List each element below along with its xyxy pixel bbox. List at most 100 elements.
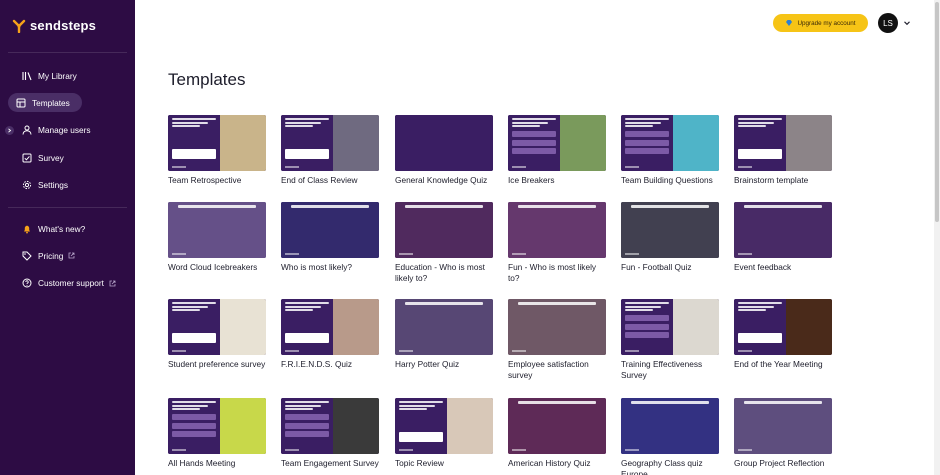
- template-thumbnail[interactable]: [168, 115, 266, 171]
- template-card[interactable]: Team Engagement Survey: [281, 398, 379, 469]
- template-card[interactable]: Who is most likely?: [281, 202, 379, 273]
- sendsteps-logo-icon: [12, 19, 26, 33]
- template-thumbnail[interactable]: [734, 202, 832, 258]
- chevron-down-icon[interactable]: [903, 19, 911, 27]
- template-thumbnail[interactable]: [395, 299, 493, 355]
- bell-icon: [22, 224, 32, 234]
- sidebar-item-customer-support[interactable]: Customer support: [8, 274, 133, 293]
- template-card[interactable]: Ice Breakers: [508, 115, 606, 186]
- template-thumbnail[interactable]: [734, 299, 832, 355]
- template-card[interactable]: End of the Year Meeting: [734, 299, 832, 370]
- library-icon: [22, 71, 32, 81]
- brand-name: sendsteps: [30, 18, 97, 33]
- template-card[interactable]: Training Effectiveness Survey: [621, 299, 719, 380]
- template-thumbnail[interactable]: [281, 202, 379, 258]
- gear-icon: [22, 180, 32, 190]
- user-icon: [22, 125, 32, 135]
- sidebar-item-survey[interactable]: Survey: [8, 148, 133, 167]
- template-thumbnail[interactable]: [508, 202, 606, 258]
- sidebar-item-my-library[interactable]: My Library: [8, 66, 133, 85]
- sidebar-item-manage-users[interactable]: Manage users: [5, 121, 133, 140]
- template-thumbnail[interactable]: [281, 299, 379, 355]
- template-label: General Knowledge Quiz: [395, 175, 488, 185]
- sidebar: sendsteps My Library Templates Manage us…: [0, 0, 135, 475]
- sidebar-item-whats-new[interactable]: What's new?: [8, 219, 133, 238]
- template-thumbnail[interactable]: [621, 398, 719, 454]
- template-card[interactable]: Team Building Questions: [621, 115, 719, 186]
- sidebar-item-label: Survey: [38, 152, 64, 163]
- template-card[interactable]: Student preference survey: [168, 299, 266, 370]
- template-label: Training Effectiveness Survey: [621, 359, 703, 380]
- template-thumbnail[interactable]: [281, 398, 379, 454]
- template-label: F.R.I.E.N.D.S. Quiz: [281, 359, 352, 369]
- template-label: Harry Potter Quiz: [395, 359, 460, 369]
- templates-icon: [16, 98, 26, 108]
- template-card[interactable]: Education - Who is most likely to?: [395, 202, 493, 283]
- external-link-icon: [68, 252, 75, 259]
- template-card[interactable]: All Hands Meeting: [168, 398, 266, 469]
- template-thumbnail[interactable]: [621, 202, 719, 258]
- template-thumbnail[interactable]: [395, 115, 493, 171]
- sidebar-item-label: Pricing: [38, 250, 64, 261]
- template-card[interactable]: End of Class Review: [281, 115, 379, 186]
- template-label: Geography Class quiz Europe: [621, 458, 703, 475]
- help-icon: [22, 278, 32, 288]
- template-card[interactable]: Group Project Reflection: [734, 398, 832, 469]
- sidebar-item-pricing[interactable]: Pricing: [8, 246, 133, 265]
- template-card[interactable]: Event feedback: [734, 202, 832, 273]
- template-thumbnail[interactable]: [621, 115, 719, 171]
- sidebar-item-label: Templates: [32, 97, 70, 108]
- template-card[interactable]: Word Cloud Icebreakers: [168, 202, 266, 273]
- template-thumbnail[interactable]: [395, 398, 493, 454]
- template-label: Who is most likely?: [281, 262, 353, 272]
- template-thumbnail[interactable]: [168, 398, 266, 454]
- template-thumbnail[interactable]: [621, 299, 719, 355]
- template-card[interactable]: Geography Class quiz Europe: [621, 398, 719, 475]
- template-card[interactable]: Topic Review: [395, 398, 493, 469]
- template-label: Event feedback: [734, 262, 792, 272]
- page-scrollbar[interactable]: [934, 0, 940, 475]
- sidebar-primary-nav: My Library Templates Manage users Survey: [5, 66, 133, 203]
- template-thumbnail[interactable]: [734, 398, 832, 454]
- upgrade-label: Upgrade my account: [797, 19, 856, 27]
- template-card[interactable]: Harry Potter Quiz: [395, 299, 493, 370]
- template-thumbnail[interactable]: [395, 202, 493, 258]
- template-thumbnail[interactable]: [508, 398, 606, 454]
- template-label: Employee satisfaction survey: [508, 359, 589, 380]
- template-label: American History Quiz: [508, 458, 591, 468]
- template-card[interactable]: F.R.I.E.N.D.S. Quiz: [281, 299, 379, 370]
- template-label: Team Retrospective: [168, 175, 242, 185]
- template-card[interactable]: Employee satisfaction survey: [508, 299, 606, 380]
- sidebar-item-label: What's new?: [38, 223, 86, 234]
- template-card[interactable]: General Knowledge Quiz: [395, 115, 493, 186]
- template-card[interactable]: Fun - Who is most likely to?: [508, 202, 606, 283]
- template-card[interactable]: Brainstorm template: [734, 115, 832, 186]
- expand-chevron-icon[interactable]: [5, 125, 14, 135]
- scrollbar-thumb[interactable]: [935, 2, 939, 222]
- template-thumbnail[interactable]: [734, 115, 832, 171]
- template-label: Team Building Questions: [621, 175, 713, 185]
- sidebar-item-label: My Library: [38, 70, 77, 81]
- template-label: Group Project Reflection: [734, 458, 825, 468]
- user-avatar[interactable]: LS: [878, 13, 898, 33]
- external-link-icon: [109, 280, 116, 287]
- template-thumbnail[interactable]: [508, 115, 606, 171]
- template-thumbnail[interactable]: [168, 202, 266, 258]
- sidebar-item-label: Manage users: [38, 125, 91, 136]
- template-label: Fun - Who is most likely to?: [508, 262, 597, 283]
- sidebar-item-settings[interactable]: Settings: [8, 176, 133, 195]
- template-card[interactable]: Fun - Football Quiz: [621, 202, 719, 273]
- brand-logo[interactable]: sendsteps: [12, 18, 96, 33]
- template-label: Student preference survey: [168, 359, 266, 369]
- template-label: Fun - Football Quiz: [621, 262, 692, 272]
- template-card[interactable]: Team Retrospective: [168, 115, 266, 186]
- template-thumbnail[interactable]: [168, 299, 266, 355]
- template-thumbnail[interactable]: [281, 115, 379, 171]
- tag-icon: [22, 251, 32, 261]
- template-thumbnail[interactable]: [508, 299, 606, 355]
- upgrade-account-button[interactable]: Upgrade my account: [773, 14, 868, 32]
- template-label: End of Class Review: [281, 175, 358, 185]
- template-label: End of the Year Meeting: [734, 359, 823, 369]
- sidebar-item-templates[interactable]: Templates: [8, 93, 82, 113]
- template-card[interactable]: American History Quiz: [508, 398, 606, 469]
